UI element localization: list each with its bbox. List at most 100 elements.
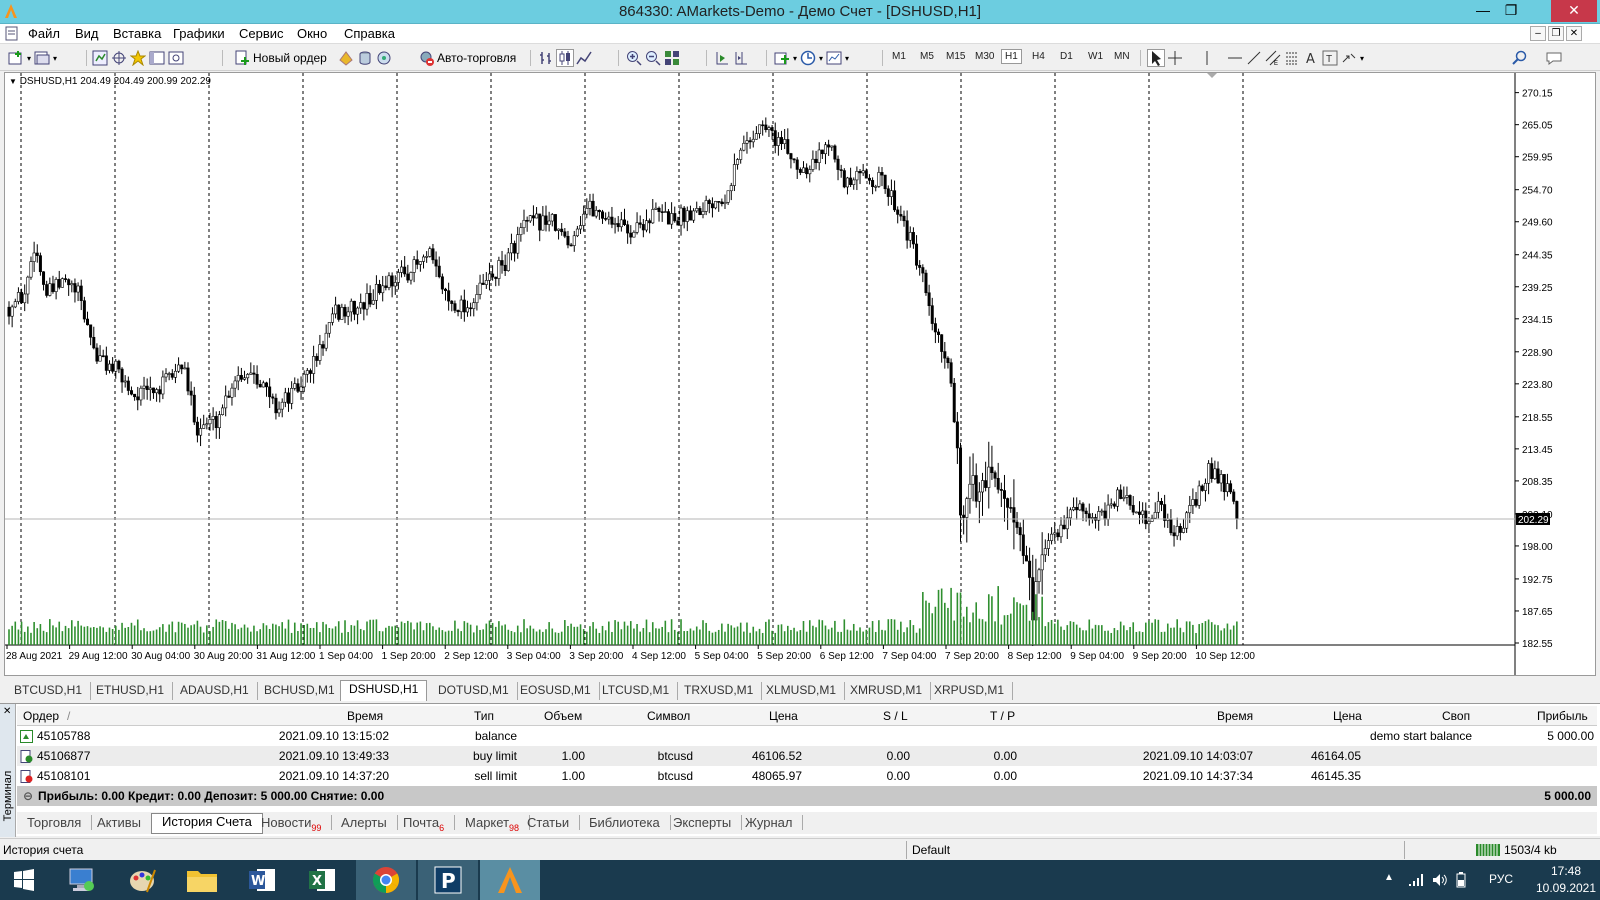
- table-row[interactable]: 45105788 2021.09.10 13:15:02 balance demo s…: [17, 726, 1597, 746]
- terminal-tab-2[interactable]: История Счета: [151, 813, 263, 834]
- taskbar-metatrader-p[interactable]: P: [418, 860, 478, 900]
- col-tp[interactable]: T / P: [990, 709, 1015, 723]
- close-icon[interactable]: ✕: [1551, 0, 1597, 22]
- taskbar-word[interactable]: W: [232, 860, 292, 900]
- table-row[interactable]: 45108101 2021.09.10 14:37:20 sell limit 1.0…: [17, 766, 1597, 786]
- terminal-tab-7[interactable]: Статьи: [517, 815, 581, 830]
- terminal-side-tab[interactable]: Терминал: [0, 704, 16, 837]
- chart-window[interactable]: 270.15 265.05 259.95 254.70 249.60 244.35 239.…: [4, 72, 1596, 676]
- col-sl[interactable]: S / L: [883, 709, 908, 723]
- taskbar-explorer[interactable]: [172, 860, 232, 900]
- minimize-icon[interactable]: —: [1470, 0, 1496, 22]
- search-icon[interactable]: [1512, 50, 1528, 66]
- text-icon[interactable]: A: [1303, 50, 1319, 66]
- chart-tab-dotusd-m1[interactable]: DOTUSD,M1: [430, 682, 518, 700]
- tf-m1[interactable]: M1: [892, 51, 906, 62]
- taskbar-excel[interactable]: X: [292, 860, 352, 900]
- trendline-icon[interactable]: [1246, 50, 1262, 66]
- tf-h1[interactable]: H1: [1001, 49, 1022, 64]
- terminal-tab-10[interactable]: Журнал: [735, 815, 804, 830]
- col-swap[interactable]: Своп: [1442, 709, 1470, 723]
- restore-icon[interactable]: ❐: [1498, 0, 1524, 22]
- market-watch-icon[interactable]: [92, 50, 108, 66]
- taskbar-computer[interactable]: [52, 860, 112, 900]
- tf-m30[interactable]: M30: [975, 51, 994, 62]
- taskbar-paint[interactable]: [112, 860, 172, 900]
- fibonacci-icon[interactable]: [1284, 50, 1300, 66]
- chart-shift-icon[interactable]: [733, 50, 749, 66]
- col-price[interactable]: Цена: [769, 709, 798, 723]
- col-volume[interactable]: Объем: [544, 709, 582, 723]
- taskbar-amarkets[interactable]: [480, 860, 540, 900]
- col-time[interactable]: Время: [347, 709, 383, 723]
- new-order-button[interactable]: Новый ордер: [234, 48, 327, 68]
- col-symbol[interactable]: Символ: [647, 709, 690, 723]
- battery-icon[interactable]: [1454, 872, 1468, 888]
- terminal-tab-0[interactable]: Торговля: [17, 815, 93, 830]
- zoom-in-icon[interactable]: [626, 50, 642, 66]
- chart-tab-ltcusd-m1[interactable]: LTCUSD,M1: [594, 682, 679, 700]
- volume-icon[interactable]: [1432, 873, 1448, 887]
- col-close-time[interactable]: Время: [1217, 709, 1253, 723]
- channel-icon[interactable]: E: [1265, 50, 1281, 66]
- col-order[interactable]: Ордер: [23, 709, 59, 723]
- menu-insert[interactable]: Вставка: [113, 26, 161, 41]
- start-button[interactable]: [0, 860, 48, 900]
- autoscroll-icon[interactable]: [714, 50, 730, 66]
- terminal-tab-4[interactable]: Алерты: [331, 815, 398, 830]
- chart-tab-bchusd-m1[interactable]: BCHUSD,M1: [256, 682, 344, 700]
- price-chart[interactable]: 270.15 265.05 259.95 254.70 249.60 244.35 239.…: [5, 73, 1595, 675]
- network-icon[interactable]: [1408, 873, 1424, 887]
- terminal-tab-8[interactable]: Библиотека: [579, 815, 671, 830]
- chart-tab-dshusd-h1[interactable]: DSHUSD,H1: [340, 680, 428, 701]
- tf-m5[interactable]: M5: [920, 51, 934, 62]
- tester-icon[interactable]: [168, 50, 184, 66]
- navigator-icon[interactable]: [130, 50, 146, 66]
- indicators-icon[interactable]: [774, 50, 790, 66]
- terminal-tab-9[interactable]: Эксперты: [663, 815, 743, 830]
- mdi-minimize-icon[interactable]: –: [1530, 26, 1546, 41]
- taskbar-chrome[interactable]: [356, 860, 416, 900]
- text-label-icon[interactable]: T: [1322, 50, 1338, 66]
- doc-icon[interactable]: [4, 26, 19, 41]
- profiles-icon[interactable]: [34, 50, 50, 66]
- tray-expand-icon[interactable]: ▲: [1384, 872, 1394, 883]
- zoom-out-icon[interactable]: [645, 50, 661, 66]
- vps-icon[interactable]: [376, 50, 392, 66]
- vertical-line-icon[interactable]: [1199, 50, 1215, 66]
- col-type[interactable]: Тип: [474, 709, 494, 723]
- terminal-close-icon[interactable]: ✕: [3, 706, 11, 717]
- bar-chart-icon[interactable]: [538, 50, 554, 66]
- tf-mn[interactable]: MN: [1114, 51, 1130, 62]
- database-icon[interactable]: [357, 50, 373, 66]
- tf-d1[interactable]: D1: [1060, 51, 1073, 62]
- menu-view[interactable]: Вид: [75, 26, 99, 41]
- chart-tab-adausd-h1[interactable]: ADAUSD,H1: [172, 682, 258, 700]
- chart-tab-xmrusd-m1[interactable]: XMRUSD,M1: [842, 682, 932, 700]
- crosshair-icon[interactable]: [1167, 50, 1183, 66]
- chart-tab-trxusd-m1[interactable]: TRXUSD,M1: [676, 682, 763, 700]
- terminal-tab-5[interactable]: Почта6: [393, 815, 456, 833]
- chart-tab-xlmusd-m1[interactable]: XLMUSD,M1: [758, 682, 846, 700]
- arrows-icon[interactable]: [1341, 50, 1357, 66]
- tray-language[interactable]: РУС: [1489, 872, 1513, 886]
- mdi-restore-icon[interactable]: ❐: [1548, 26, 1564, 41]
- chart-tab-xrpusd-m1[interactable]: XRPUSD,M1: [926, 682, 1014, 700]
- menu-charts[interactable]: Графики: [173, 26, 225, 41]
- menu-tools[interactable]: Сервис: [239, 26, 284, 41]
- table-row[interactable]: 45106877 2021.09.10 13:49:33 buy limit 1.00…: [17, 746, 1597, 766]
- terminal-tab-1[interactable]: Активы: [87, 815, 152, 830]
- menu-window[interactable]: Окно: [297, 26, 327, 41]
- menu-file[interactable]: Файл: [28, 26, 60, 41]
- chart-tab-ethusd-h1[interactable]: ETHUSD,H1: [88, 682, 174, 700]
- menu-help[interactable]: Справка: [344, 26, 395, 41]
- templates-icon[interactable]: [826, 50, 842, 66]
- new-chart-icon[interactable]: [8, 50, 24, 66]
- candle-chart-icon[interactable]: [556, 49, 574, 67]
- autotrade-button[interactable]: Авто-торговля: [418, 48, 516, 68]
- line-chart-icon[interactable]: [576, 50, 592, 66]
- cursor-icon[interactable]: [1147, 49, 1165, 67]
- col-profit[interactable]: Прибыль: [1537, 709, 1588, 723]
- tf-m15[interactable]: M15: [946, 51, 965, 62]
- chart-tab-btcusd-h1[interactable]: BTCUSD,H1: [6, 682, 92, 700]
